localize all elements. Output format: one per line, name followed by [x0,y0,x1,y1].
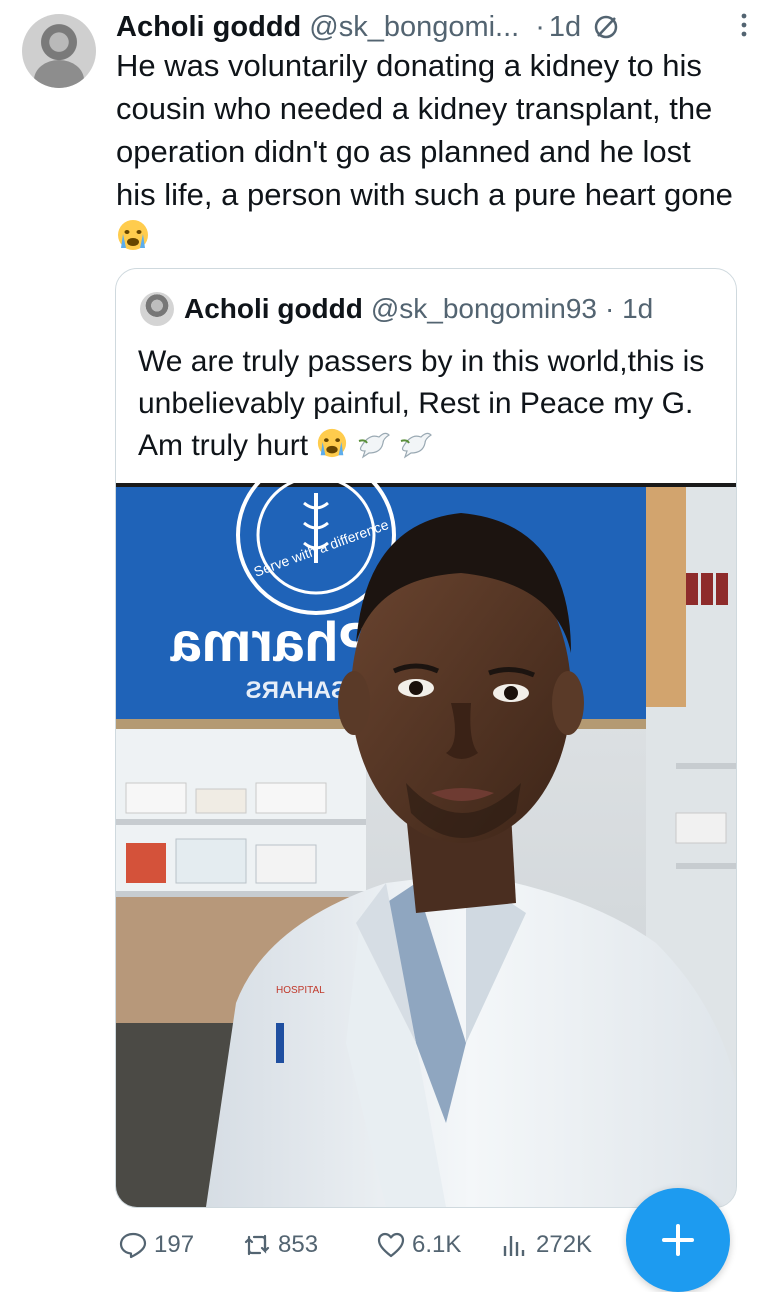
quoted-tweet-header: Acholi goddd @sk_bongomin93 · 1d [140,291,653,327]
tweet-body: He was voluntarily donating a kidney to … [116,44,736,259]
quoted-tweet-photo[interactable]: Serve with a difference Pharma N SAHARS [116,483,736,1207]
views-icon [503,1236,525,1256]
plus-icon [662,1224,694,1256]
heart-icon [377,1232,405,1258]
quoted-author-avatar [140,292,174,326]
reply-icon [119,1232,147,1259]
quoted-author-handle: @sk_bongomin93 [370,293,597,324]
reply-button[interactable]: 197 [118,1230,242,1260]
repost-count: 853 [278,1231,319,1258]
quoted-tweet-body: We are truly passers by in this world,th… [138,341,718,467]
more-vertical-icon[interactable] [737,10,751,40]
quoted-tweet[interactable]: Acholi goddd @sk_bongomin93 · 1d We are … [115,268,737,1208]
author-handle[interactable]: @sk_bongomi... [309,11,519,44]
quoted-tweet-time: · 1d [604,293,654,324]
crying-face-icon [318,428,347,458]
dove-icon [400,432,433,459]
tweet-time[interactable]: 1d [549,11,581,44]
repost-icon [244,1234,270,1256]
repost-button[interactable]: 853 [242,1230,376,1260]
like-count: 6.1K [412,1231,462,1258]
mute-icon [594,15,618,39]
separator-dot: · [535,10,545,43]
compose-button[interactable] [626,1188,730,1292]
views-button[interactable]: 272K [500,1230,620,1260]
author-avatar[interactable] [22,14,96,88]
dove-icon [358,432,390,459]
crying-face-icon [118,220,148,250]
svg-text:Pharma: Pharma [170,610,376,673]
tweet-header: Acholi goddd @sk_bongomi... · 1d [116,8,739,46]
like-button[interactable]: 6.1K [376,1230,500,1260]
author-name[interactable]: Acholi goddd [116,11,301,44]
quoted-author-name: Acholi goddd [184,293,363,324]
tweet-actions: 197 853 6.1K 272K [118,1225,620,1265]
views-count: 272K [536,1231,593,1258]
svg-text:HOSPITAL: HOSPITAL [276,985,325,996]
reply-count: 197 [154,1231,195,1258]
tweet-text: He was voluntarily donating a kidney to … [116,48,733,212]
photo-illustration: Serve with a difference Pharma N SAHARS [116,483,736,1207]
